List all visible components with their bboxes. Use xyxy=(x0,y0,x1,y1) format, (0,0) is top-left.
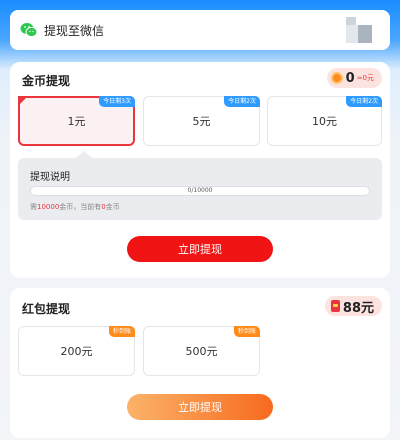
coin-balance-yuan: ≈0元 xyxy=(356,74,374,82)
option-amount: 5元 xyxy=(192,115,211,128)
coin-option-10[interactable]: 今日剩2次 10元 xyxy=(267,96,382,146)
desc-suffix: 金币 xyxy=(105,203,120,211)
desc-prefix: 需 xyxy=(30,203,37,211)
progress-text: 0/10000 xyxy=(187,187,213,194)
coin-balance: 0 xyxy=(345,70,355,86)
option-remaining-tag: 今日剩2次 xyxy=(346,96,382,107)
note-description: 需10000金币，当前有0金币 xyxy=(30,202,120,212)
coin-progress-bar: 0/10000 xyxy=(30,186,370,196)
redpacket-option-200[interactable]: 秒到账 200元 xyxy=(18,326,135,376)
redpacket-withdraw-card: 红包提现 88元 秒到账 200元 秒到账 500元 立即提现 xyxy=(10,288,390,438)
avatar xyxy=(346,17,372,43)
coin-withdraw-button[interactable]: 立即提现 xyxy=(127,236,273,262)
withdraw-note-panel: 提现说明 0/10000 需10000金币，当前有0金币 xyxy=(18,158,382,220)
wechat-icon xyxy=(20,23,38,38)
wechat-withdraw-bar[interactable]: 提现至微信 xyxy=(10,10,390,50)
option-amount: 10元 xyxy=(312,115,337,128)
redpacket-section-title: 红包提现 xyxy=(22,302,71,316)
coin-option-5[interactable]: 今日剩2次 5元 xyxy=(143,96,260,146)
selected-corner-icon xyxy=(18,96,28,106)
coin-section-title: 金币提现 xyxy=(22,74,71,88)
desc-need: 10000 xyxy=(37,203,60,211)
option-remaining-tag: 今日剩3次 xyxy=(99,96,135,107)
coin-icon xyxy=(330,72,343,84)
instant-arrival-tag: 秒到账 xyxy=(108,326,135,337)
coin-withdraw-card: 金币提现 0 ≈0元 今日剩3次 1元 今日剩2次 5元 今日剩2次 10元 提… xyxy=(10,62,390,278)
option-amount: 200元 xyxy=(60,345,93,358)
instant-arrival-tag: 秒到账 xyxy=(233,326,260,337)
option-remaining-tag: 今日剩2次 xyxy=(224,96,260,107)
redpacket-withdraw-button[interactable]: 立即提现 xyxy=(127,394,273,420)
option-amount: 1元 xyxy=(67,115,86,128)
coin-balance-badge: 0 ≈0元 xyxy=(326,68,382,88)
redpacket-option-500[interactable]: 秒到账 500元 xyxy=(143,326,260,376)
redpacket-balance: 88元 xyxy=(342,300,374,316)
option-amount: 500元 xyxy=(185,345,218,358)
note-pointer xyxy=(76,151,92,158)
note-title: 提现说明 xyxy=(30,172,70,183)
coin-option-1[interactable]: 今日剩3次 1元 xyxy=(18,96,135,146)
wechat-bar-label: 提现至微信 xyxy=(44,23,105,38)
red-packet-icon xyxy=(330,300,340,312)
redpacket-balance-badge: 88元 xyxy=(324,296,382,316)
desc-mid: 金币，当前有 xyxy=(59,203,102,211)
